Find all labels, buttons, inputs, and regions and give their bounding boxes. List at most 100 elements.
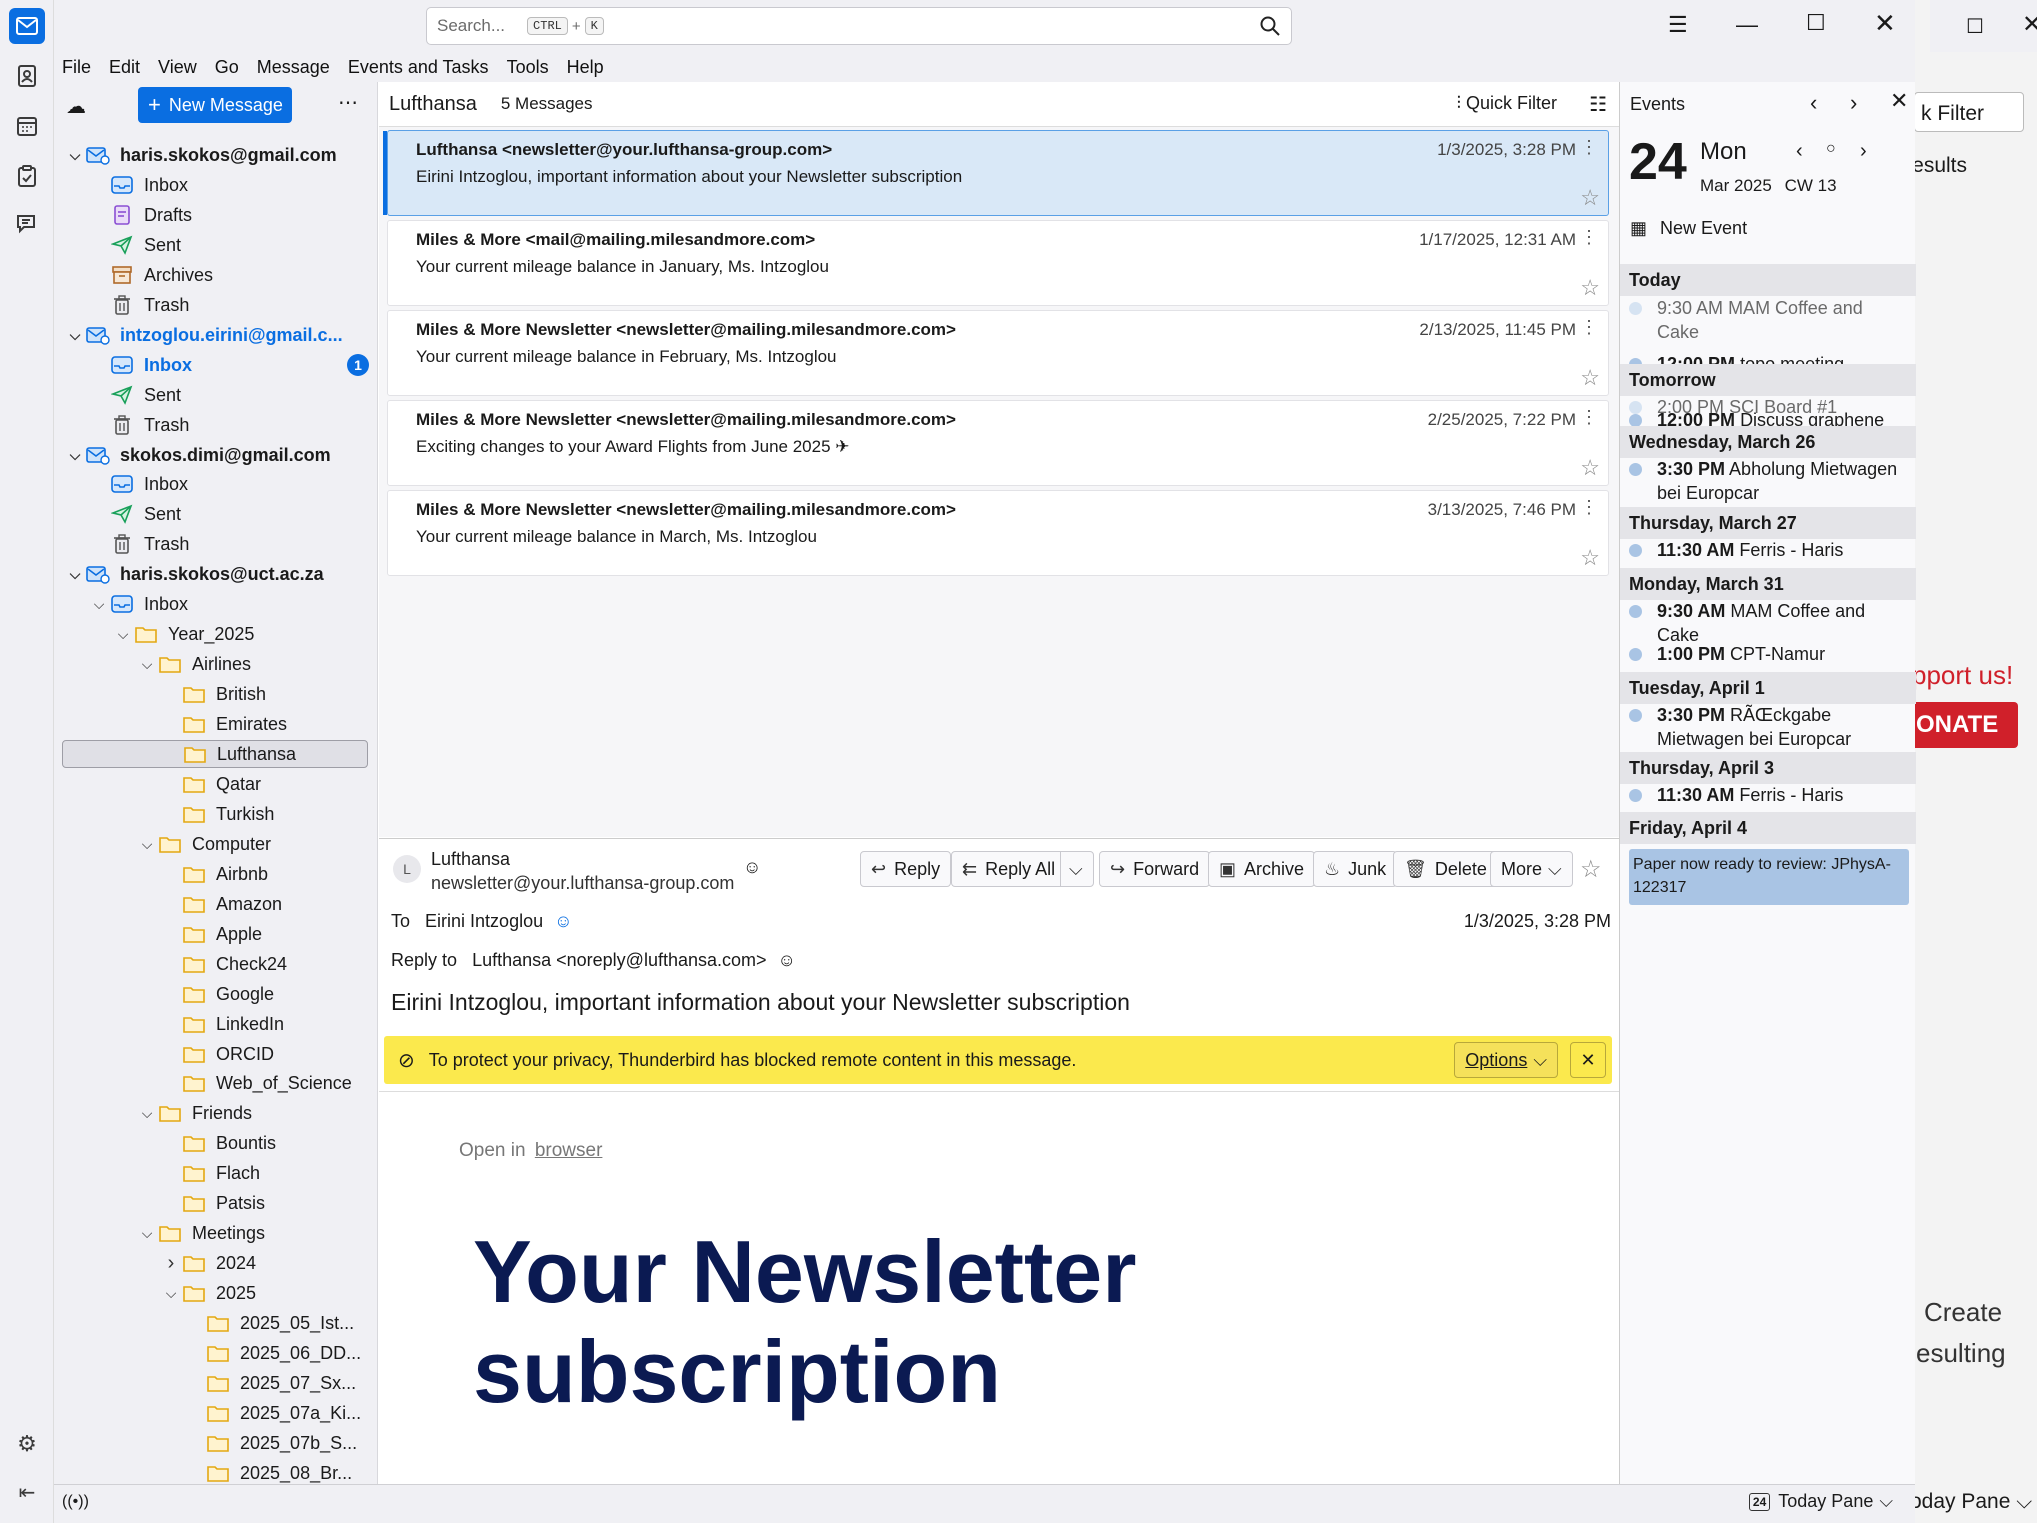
options-button[interactable]: Options ⌵ (1454, 1042, 1558, 1078)
chevron-down-icon[interactable]: ⌵ (136, 836, 158, 853)
agenda-event[interactable]: 1:00 PM CPT-Namur (1629, 642, 1909, 666)
folder-google[interactable]: Google (160, 980, 377, 1008)
folder-inbox[interactable]: Inbox (88, 171, 377, 199)
chevron-right-icon[interactable]: › (1850, 90, 1857, 116)
chevron-down-icon[interactable]: ⌵ (64, 147, 86, 164)
quick-filter-button[interactable]: ⫶ Quick Filter (1456, 93, 1557, 114)
folder-bountis[interactable]: Bountis (160, 1129, 377, 1157)
folder-turkish[interactable]: Turkish (160, 800, 377, 828)
junk-button[interactable]: ♨ Junk (1313, 851, 1398, 887)
message-menu-icon[interactable]: ⋮ (1580, 407, 1598, 428)
folder-inbox[interactable]: ⌵ Inbox (88, 590, 377, 618)
app-menu-icon[interactable]: ☰ (1668, 12, 1688, 38)
menu-view[interactable]: View (158, 57, 197, 78)
menu-message[interactable]: Message (257, 57, 330, 78)
today-circle-icon[interactable]: ○ (1826, 140, 1836, 158)
folder-british[interactable]: British (160, 680, 377, 708)
folder-2025-07b-s[interactable]: 2025_07b_S... (184, 1429, 377, 1457)
contact-icon[interactable]: ☺ (778, 950, 796, 970)
chevron-down-icon[interactable]: ⌵ (64, 566, 86, 583)
folder-2024[interactable]: › 2024 (160, 1249, 377, 1277)
message-menu-icon[interactable]: ⋮ (1580, 317, 1598, 338)
folder-trash[interactable]: Trash (88, 530, 377, 558)
agenda-event[interactable]: 3:30 PM RÃŒckgabe Mietwagen bei Europcar (1629, 703, 1909, 751)
folder-2025-06-dd[interactable]: 2025_06_DD... (184, 1339, 377, 1367)
chevron-down-icon[interactable]: ⌵ (64, 447, 86, 464)
folder-flach[interactable]: Flach (160, 1159, 377, 1187)
message-card[interactable]: Miles & More Newsletter <newsletter@mail… (387, 400, 1609, 486)
message-card[interactable]: Miles & More Newsletter <newsletter@mail… (387, 490, 1609, 576)
message-menu-icon[interactable]: ⋮ (1580, 137, 1598, 158)
archive-button[interactable]: ▣ Archive (1208, 851, 1316, 887)
today-pane-toggle[interactable]: 24 Today Pane ⌵ (1748, 1491, 1893, 1512)
allday-event[interactable]: Paper now ready to review: JPhysA-122317 (1629, 849, 1909, 905)
global-search-input[interactable]: Search... CTRL + K (426, 7, 1292, 45)
contact-icon[interactable]: ☺ (554, 911, 572, 931)
delete-button[interactable]: 🗑 Delete (1393, 851, 1498, 887)
folder-inbox[interactable]: Inbox (88, 470, 377, 498)
star-icon[interactable]: ☆ (1580, 455, 1600, 481)
display-options-icon[interactable]: ☷ (1589, 92, 1607, 117)
more-button[interactable]: More ⌵ (1490, 851, 1573, 887)
folder-amazon[interactable]: Amazon (160, 890, 377, 918)
folder-2025-05-ist[interactable]: 2025_05_Ist... (184, 1309, 377, 1337)
chevron-down-icon[interactable]: ⌵ (136, 1105, 158, 1122)
agenda-event[interactable]: 11:30 AM Ferris - Haris (1629, 538, 1909, 562)
chevron-right-icon[interactable]: › (160, 1252, 182, 1275)
message-card[interactable]: Miles & More Newsletter <newsletter@mail… (387, 310, 1609, 396)
folder-year-2025[interactable]: ⌵ Year_2025 (112, 620, 377, 648)
reply-all-dropdown[interactable]: ⌵ (1060, 851, 1094, 887)
folder-2025[interactable]: ⌵ 2025 (160, 1279, 377, 1307)
close-icon[interactable]: ✕ (1874, 8, 1896, 39)
chevron-left-icon[interactable]: ‹ (1796, 140, 1803, 163)
folder-airlines[interactable]: ⌵ Airlines (136, 650, 377, 678)
message-card[interactable]: Miles & More <mail@mailing.milesandmore.… (387, 220, 1609, 306)
folder-emirates[interactable]: Emirates (160, 710, 377, 738)
browser-link[interactable]: browser (535, 1140, 603, 1161)
folder-2025-07-sx[interactable]: 2025_07_Sx... (184, 1369, 377, 1397)
folder-trash[interactable]: Trash (88, 291, 377, 319)
background-today-pane[interactable]: oday Pane ⌵ (1910, 1490, 2032, 1514)
donate-button[interactable]: ONATE (1900, 702, 2018, 748)
folder-pane-more-icon[interactable]: ⋯ (338, 90, 358, 115)
close-notice-icon[interactable]: ✕ (1570, 1042, 1606, 1078)
to-recipient[interactable]: Eirini Intzoglou (425, 911, 543, 931)
get-messages-icon[interactable]: ☁ (66, 94, 86, 119)
settings-gear-icon[interactable]: ⚙ (9, 1426, 45, 1462)
folder-2025-08-br[interactable]: 2025_08_Br... (184, 1459, 377, 1484)
online-status-icon[interactable]: ((•)) (62, 1493, 89, 1511)
chevron-right-icon[interactable]: › (1860, 140, 1867, 163)
maximize-icon[interactable]: ☐ (1966, 14, 1984, 39)
folder-linkedin[interactable]: LinkedIn (160, 1010, 377, 1038)
sender-email[interactable]: newsletter@your.lufthansa-group.com (431, 873, 734, 894)
folder-drafts[interactable]: Drafts (88, 201, 377, 229)
folder-trash[interactable]: Trash (88, 411, 377, 439)
close-icon[interactable]: ✕ (2022, 10, 2037, 39)
menu-file[interactable]: File (62, 57, 91, 78)
star-icon[interactable]: ☆ (1580, 855, 1602, 884)
reply-button[interactable]: ↩ Reply (860, 851, 952, 887)
sender-name[interactable]: Lufthansa (431, 849, 510, 870)
collapse-spaces-icon[interactable]: ⇤ (9, 1474, 45, 1510)
star-icon[interactable]: ☆ (1580, 275, 1600, 301)
account-intzoglou-eirini-gmail-c[interactable]: ⌵ intzoglou.eirini@gmail.c... (64, 321, 377, 349)
menu-edit[interactable]: Edit (109, 57, 140, 78)
star-icon[interactable]: ☆ (1580, 545, 1600, 571)
new-message-button[interactable]: + New Message (138, 87, 292, 123)
agenda-event[interactable]: 2:00 PM SCI Board #1 (1629, 395, 1909, 419)
chat-space-icon[interactable] (9, 206, 45, 242)
mail-space-icon[interactable] (9, 8, 45, 44)
menu-tools[interactable]: Tools (507, 57, 549, 78)
reply-all-button[interactable]: ⇇ Reply All (951, 851, 1067, 887)
menu-go[interactable]: Go (215, 57, 239, 78)
folder-meetings[interactable]: ⌵ Meetings (136, 1219, 377, 1247)
chevron-down-icon[interactable]: ⌵ (88, 596, 110, 613)
folder-web-of-science[interactable]: Web_of_Science (160, 1069, 377, 1097)
folder-sent[interactable]: Sent (88, 500, 377, 528)
folder-check24[interactable]: Check24 (160, 950, 377, 978)
folder-sent[interactable]: Sent (88, 381, 377, 409)
contact-icon[interactable]: ☺ (743, 857, 761, 878)
folder-sent[interactable]: Sent (88, 231, 377, 259)
new-event-button[interactable]: ▦ New Event (1630, 218, 1747, 239)
message-menu-icon[interactable]: ⋮ (1580, 497, 1598, 518)
